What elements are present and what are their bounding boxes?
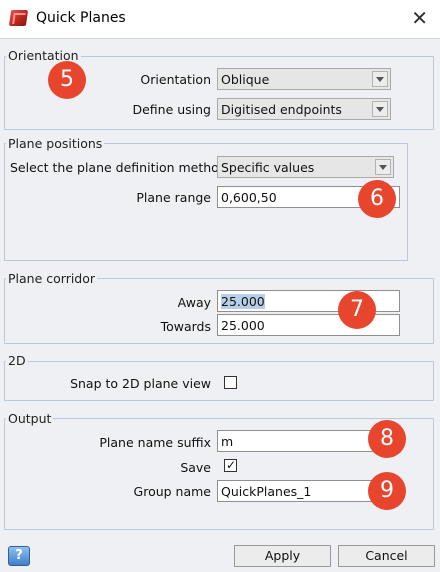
plane-positions-group-title: Plane positions bbox=[6, 136, 105, 151]
snap-2d-label: Snap to 2D plane view bbox=[70, 376, 211, 391]
towards-label: Towards bbox=[160, 319, 211, 334]
callout-6: 6 bbox=[358, 180, 396, 218]
away-label: Away bbox=[177, 295, 211, 310]
snap-2d-checkbox[interactable] bbox=[224, 376, 237, 389]
save-checkbox[interactable]: ✓ bbox=[224, 458, 237, 472]
chevron-down-icon[interactable] bbox=[375, 159, 391, 175]
close-icon[interactable]: ✕ bbox=[411, 6, 428, 30]
button-bar: ? Apply Cancel bbox=[0, 536, 440, 572]
twod-group-title: 2D bbox=[6, 353, 28, 368]
save-label: Save bbox=[180, 460, 211, 475]
callout-8: 8 bbox=[368, 420, 406, 458]
apply-button[interactable]: Apply bbox=[234, 545, 331, 567]
title-bar: Quick Planes ✕ bbox=[0, 0, 440, 39]
plane-range-label: Plane range bbox=[136, 190, 211, 205]
app-icon bbox=[8, 10, 29, 26]
help-button[interactable]: ? bbox=[8, 546, 30, 566]
plane-method-select[interactable]: Specific values bbox=[217, 156, 394, 178]
callout-7: 7 bbox=[338, 291, 376, 329]
define-using-label: Define using bbox=[132, 102, 211, 117]
chevron-down-icon[interactable] bbox=[372, 101, 388, 117]
plane-name-suffix-label: Plane name suffix bbox=[99, 435, 211, 450]
define-using-value: Digitised endpoints bbox=[221, 102, 342, 117]
window-title: Quick Planes bbox=[36, 10, 126, 26]
group-name-label: Group name bbox=[133, 484, 211, 499]
define-using-select[interactable]: Digitised endpoints bbox=[217, 98, 391, 120]
plane-corridor-group-title: Plane corridor bbox=[6, 271, 98, 286]
output-group-title: Output bbox=[6, 411, 54, 426]
twod-group bbox=[4, 361, 434, 401]
orientation-select[interactable]: Oblique bbox=[217, 68, 391, 90]
group-name-value: QuickPlanes_1 bbox=[221, 484, 312, 499]
callout-5: 5 bbox=[48, 61, 86, 99]
away-value: 25.000 bbox=[221, 294, 265, 309]
plane-range-value: 0,600,50 bbox=[221, 190, 277, 205]
plane-name-suffix-value: m bbox=[221, 434, 234, 449]
orientation-label: Orientation bbox=[140, 72, 211, 87]
towards-value: 25.000 bbox=[221, 318, 265, 333]
plane-method-label: Select the plane definition method bbox=[10, 160, 227, 175]
plane-method-value: Specific values bbox=[221, 160, 315, 175]
cancel-button[interactable]: Cancel bbox=[338, 545, 435, 567]
checkmark-icon: ✓ bbox=[226, 458, 237, 472]
chevron-down-icon[interactable] bbox=[372, 71, 388, 87]
orientation-value: Oblique bbox=[221, 72, 270, 87]
callout-9: 9 bbox=[368, 472, 406, 510]
